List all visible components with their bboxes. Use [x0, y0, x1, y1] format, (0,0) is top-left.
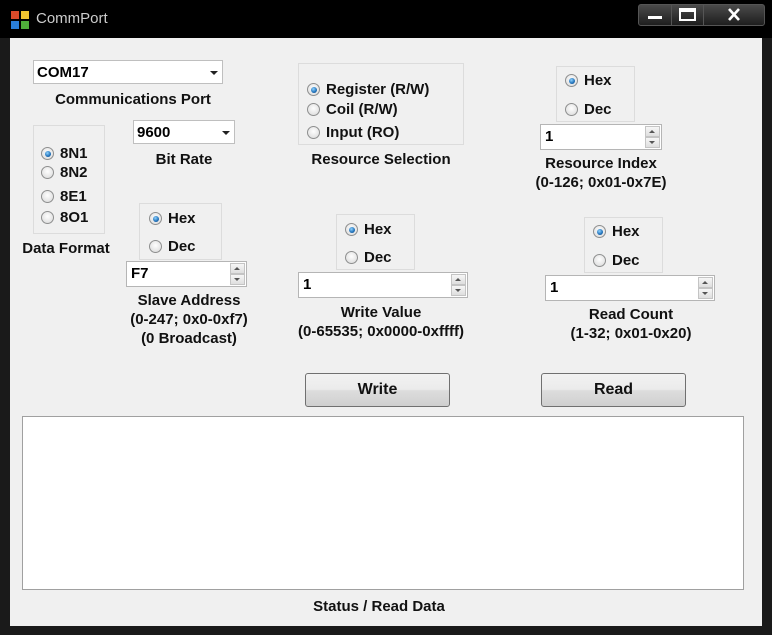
status-textbox[interactable] — [22, 416, 744, 590]
comm-port-label: Communications Port — [55, 91, 211, 108]
resource-selection-group: Register (R/W) Coil (R/W) Input (RO) — [298, 63, 464, 145]
status-label: Status / Read Data — [313, 598, 445, 615]
write-value-label: Write Value — [340, 304, 422, 321]
radio-8n2-label: 8N2 — [60, 164, 88, 181]
read-count-label: Read Count — [588, 306, 674, 323]
radio-dot — [345, 251, 358, 264]
radio-dot — [41, 147, 54, 160]
slave-address-value: F7 — [131, 265, 149, 282]
window: CommPort COM17 Communications Port 9600 … — [0, 0, 772, 635]
bit-rate-combo[interactable]: 9600 — [133, 120, 235, 144]
radio-8e1-label: 8E1 — [60, 188, 87, 205]
stepper-buttons — [451, 274, 466, 296]
radio-dot — [593, 225, 606, 238]
resource-index-radix-group: Hex Dec — [556, 66, 635, 122]
data-format-group: 8N1 8N2 8E1 8O1 — [33, 125, 105, 234]
stepper-down-icon[interactable] — [698, 288, 713, 299]
radio-dot — [307, 103, 320, 116]
radio-dot — [41, 190, 54, 203]
read-button[interactable]: Read — [541, 373, 686, 407]
write-value-hex-label: Hex — [364, 221, 392, 238]
stepper-down-icon[interactable] — [230, 274, 245, 285]
stepper-buttons — [698, 277, 713, 299]
radio-register-label: Register (R/W) — [326, 81, 430, 98]
window-title: CommPort — [36, 10, 108, 27]
radio-dot — [345, 223, 358, 236]
radio-coil-label: Coil (R/W) — [326, 101, 398, 118]
stepper-buttons — [230, 263, 245, 285]
write-value-dec-label: Dec — [364, 249, 392, 266]
write-button[interactable]: Write — [305, 373, 450, 407]
read-count-hex-label: Hex — [612, 223, 640, 240]
client-area: COM17 Communications Port 9600 Bit Rate … — [10, 38, 762, 626]
radio-dot — [593, 254, 606, 267]
write-value-radix-group: Hex Dec — [336, 214, 415, 270]
resource-selection-label: Resource Selection — [311, 151, 451, 168]
radio-dot — [41, 211, 54, 224]
stepper-down-icon[interactable] — [645, 137, 660, 148]
read-count-dec-label: Dec — [612, 252, 640, 269]
radio-dot — [565, 74, 578, 87]
title-bar[interactable]: CommPort — [0, 0, 772, 38]
resource-index-hex-label: Hex — [584, 72, 612, 89]
chevron-down-icon — [222, 131, 230, 135]
maximize-icon — [679, 8, 696, 21]
write-value-stepper[interactable]: 1 — [298, 272, 468, 298]
resource-index-label: Resource Index — [545, 155, 657, 172]
stepper-buttons — [645, 126, 660, 148]
close-button[interactable] — [703, 4, 765, 26]
slave-address-radix-group: Hex Dec — [139, 203, 222, 260]
resource-index-range: (0-126; 0x01-0x7E) — [535, 174, 667, 191]
radio-dot — [565, 103, 578, 116]
radio-dot — [149, 240, 162, 253]
minimize-button[interactable] — [638, 4, 672, 26]
data-format-label: Data Format — [22, 240, 110, 257]
slave-address-label: Slave Address — [137, 292, 241, 309]
read-count-radix-group: Hex Dec — [584, 217, 663, 273]
radio-8o1-label: 8O1 — [60, 209, 89, 226]
maximize-button[interactable] — [671, 4, 704, 26]
read-count-stepper[interactable]: 1 — [545, 275, 715, 301]
radio-dot — [307, 83, 320, 96]
slave-address-stepper[interactable]: F7 — [126, 261, 247, 287]
slave-address-hex-label: Hex — [168, 210, 196, 227]
stepper-up-icon[interactable] — [230, 263, 245, 274]
minimize-icon — [648, 16, 662, 19]
radio-input-label: Input (RO) — [326, 124, 400, 141]
radio-dot — [307, 126, 320, 139]
comm-port-combo[interactable]: COM17 — [33, 60, 223, 84]
resource-index-value: 1 — [545, 128, 554, 145]
bit-rate-value: 9600 — [137, 124, 171, 141]
read-count-range: (1-32; 0x01-0x20) — [570, 325, 692, 342]
stepper-down-icon[interactable] — [451, 285, 466, 296]
write-value-range: (0-65535; 0x0000-0xffff) — [298, 323, 464, 340]
radio-dot — [149, 212, 162, 225]
slave-address-range: (0-247; 0x0-0xf7) — [130, 311, 248, 328]
bit-rate-label: Bit Rate — [155, 151, 213, 168]
comm-port-value: COM17 — [37, 64, 89, 81]
chevron-down-icon — [210, 71, 218, 75]
resource-index-dec-label: Dec — [584, 101, 612, 118]
read-count-value: 1 — [550, 279, 559, 296]
write-value-value: 1 — [303, 276, 312, 293]
slave-address-dec-label: Dec — [168, 238, 196, 255]
radio-8n1-label: 8N1 — [60, 145, 88, 162]
radio-dot — [41, 166, 54, 179]
stepper-up-icon[interactable] — [698, 277, 713, 288]
slave-address-note: (0 Broadcast) — [141, 330, 237, 347]
stepper-up-icon[interactable] — [645, 126, 660, 137]
stepper-up-icon[interactable] — [451, 274, 466, 285]
app-icon — [11, 11, 29, 29]
close-icon — [728, 8, 740, 21]
resource-index-stepper[interactable]: 1 — [540, 124, 662, 150]
